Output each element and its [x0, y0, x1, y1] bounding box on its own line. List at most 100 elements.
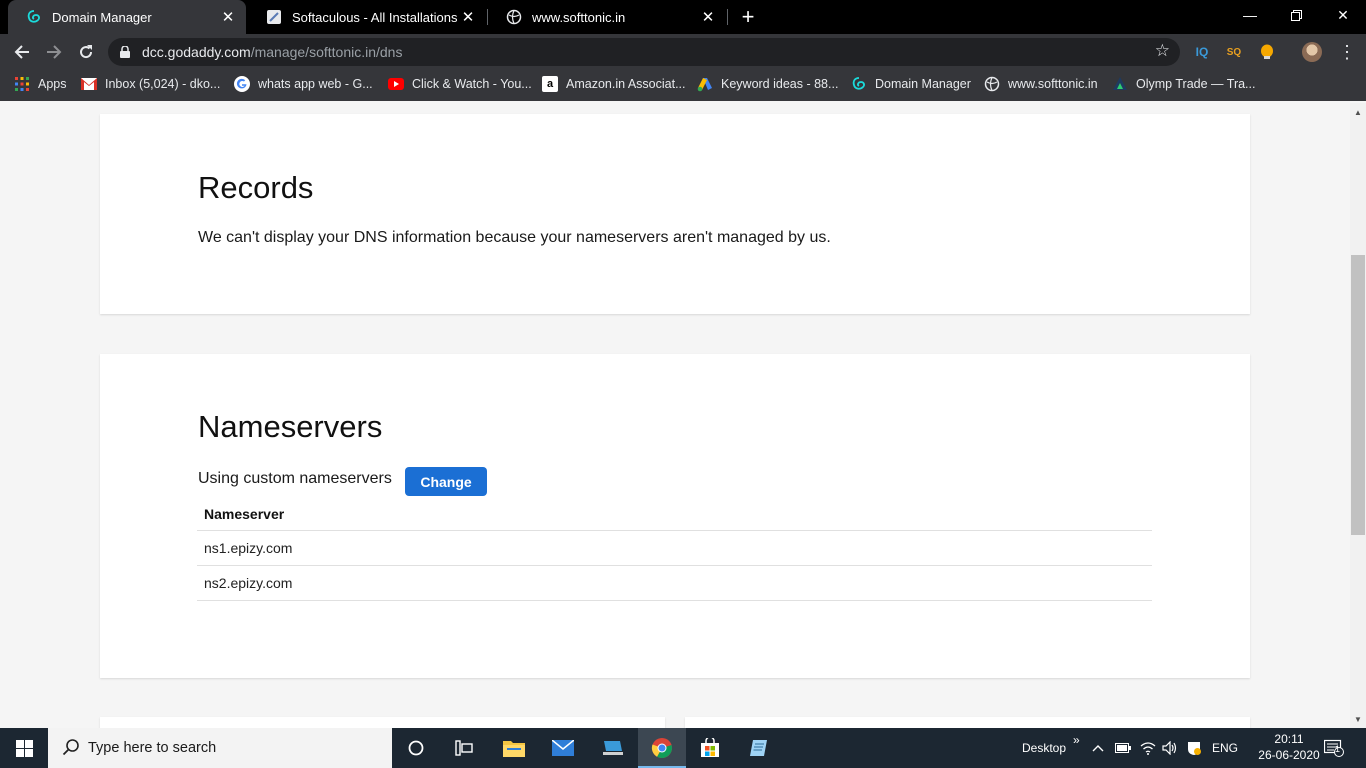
bookmark-keyword-ideas[interactable]: Keyword ideas - 88...: [697, 70, 838, 98]
bookmark-olymp-trade[interactable]: Olymp Trade — Tra...: [1112, 70, 1255, 98]
globe-icon: [506, 9, 522, 25]
notepad-icon[interactable]: [735, 728, 783, 768]
bookmark-label: Keyword ideas - 88...: [721, 77, 839, 91]
close-icon[interactable]: ✕: [698, 8, 718, 26]
tab-title: Domain Manager: [52, 9, 152, 25]
godaddy-icon: [851, 76, 867, 92]
tab-title: www.softtonic.in: [532, 9, 626, 25]
google-icon: [234, 76, 250, 92]
bookmark-youtube[interactable]: Click & Watch - You...: [388, 70, 532, 98]
mail-icon[interactable]: [539, 728, 587, 768]
bookmark-label: Domain Manager: [875, 77, 971, 91]
notification-center-icon[interactable]: 1: [1324, 728, 1344, 768]
scrollbar-thumb[interactable]: [1351, 255, 1365, 535]
nameserver-column-header: Nameserver: [197, 497, 1152, 531]
volume-icon[interactable]: [1162, 728, 1178, 768]
minimize-icon[interactable]: —: [1227, 0, 1273, 30]
nameserver-table: Nameserver ns1.epizy.com ns2.epizy.com: [197, 497, 1152, 601]
cortana-icon[interactable]: [392, 728, 440, 768]
show-hidden-icons-chevron-icon[interactable]: [1092, 728, 1104, 768]
battery-icon[interactable]: [1115, 728, 1131, 768]
bulb-extension-icon[interactable]: [1257, 42, 1277, 62]
nameservers-status: Using custom nameservers: [198, 470, 392, 487]
bookmark-star-icon[interactable]: ☆: [1155, 41, 1170, 61]
reload-icon[interactable]: [74, 40, 98, 64]
tab-softaculous[interactable]: Softaculous - All Installations ✕: [248, 0, 486, 34]
table-row: ns2.epizy.com: [197, 566, 1152, 601]
table-row: ns1.epizy.com: [197, 531, 1152, 566]
window-close-icon[interactable]: ✕: [1320, 0, 1366, 30]
back-arrow-icon[interactable]: [10, 40, 34, 64]
bookmark-label: Apps: [38, 77, 67, 91]
bookmarks-bar: Apps Inbox (5,024) - dko... whats app we…: [0, 70, 1366, 101]
softaculous-icon: [266, 9, 282, 25]
bookmark-label: Inbox (5,024) - dko...: [105, 77, 221, 91]
lower-left-card: [100, 717, 665, 728]
bookmark-domain-manager[interactable]: Domain Manager: [851, 70, 971, 98]
address-bar[interactable]: dcc.godaddy.com/manage/softtonic.in/dns …: [108, 38, 1180, 66]
browser-toolbar: dcc.godaddy.com/manage/softtonic.in/dns …: [0, 34, 1366, 70]
bookmark-inbox[interactable]: Inbox (5,024) - dko...: [81, 70, 220, 98]
tab-title: Softaculous - All Installations: [292, 9, 458, 25]
page-viewport: Records We can't display your DNS inform…: [0, 103, 1350, 728]
store-icon[interactable]: [686, 728, 734, 768]
windows-taskbar: Type here to search Desktop » ENG 20:11: [0, 728, 1366, 768]
records-card: Records We can't display your DNS inform…: [100, 114, 1250, 314]
tab-domain-manager[interactable]: Domain Manager ✕: [8, 0, 246, 34]
clock-time: 20:11: [1274, 732, 1304, 746]
language-indicator[interactable]: ENG: [1212, 728, 1238, 768]
gmail-icon: [81, 76, 97, 92]
amazon-icon: a: [542, 76, 558, 92]
task-view-icon[interactable]: [440, 728, 488, 768]
profile-avatar[interactable]: [1302, 42, 1322, 62]
godaddy-icon: [26, 9, 42, 25]
system-clock[interactable]: 20:11 26-06-2020: [1252, 731, 1326, 763]
iq-extension-icon[interactable]: IQ: [1192, 42, 1212, 62]
lower-right-card: [685, 717, 1250, 728]
restore-icon[interactable]: [1273, 0, 1319, 30]
menu-dots-icon[interactable]: ⋮: [1338, 40, 1356, 64]
tab-separator: [727, 9, 728, 25]
chrome-taskbar-icon[interactable]: [638, 728, 686, 768]
url-domain: dcc.godaddy.com: [142, 44, 251, 60]
change-nameservers-button[interactable]: Change: [405, 467, 487, 496]
olymp-icon: [1112, 76, 1128, 92]
security-shield-icon[interactable]: [1186, 728, 1202, 768]
bookmark-softtonic[interactable]: www.softtonic.in: [984, 70, 1098, 98]
records-message: We can't display your DNS information be…: [198, 229, 831, 246]
scroll-down-arrow-icon[interactable]: ▼: [1350, 712, 1366, 726]
close-icon[interactable]: ✕: [218, 8, 238, 26]
bookmark-label: www.softtonic.in: [1008, 77, 1098, 91]
page-scrollbar[interactable]: ▲ ▼: [1350, 103, 1366, 728]
wifi-icon[interactable]: [1140, 728, 1156, 768]
bookmark-amazon[interactable]: a Amazon.in Associat...: [542, 70, 686, 98]
url-path: /manage/softtonic.in/dns: [250, 44, 403, 60]
taskbar-search-box[interactable]: Type here to search: [48, 728, 392, 768]
tab-softtonic[interactable]: www.softtonic.in ✕: [488, 0, 726, 34]
globe-icon: [984, 76, 1000, 92]
bookmark-apps[interactable]: Apps: [14, 70, 67, 98]
bookmark-label: Click & Watch - You...: [412, 77, 532, 91]
nameservers-card: Nameservers Using custom nameservers Cha…: [100, 354, 1250, 678]
url-text: dcc.godaddy.com/manage/softtonic.in/dns: [142, 38, 402, 66]
this-pc-icon[interactable]: [589, 728, 637, 768]
sq-extension-icon[interactable]: SQ: [1224, 42, 1244, 62]
records-title: Records: [198, 170, 314, 205]
scroll-up-arrow-icon[interactable]: ▲: [1350, 105, 1366, 119]
desktop-toolbar-label[interactable]: Desktop: [1022, 728, 1066, 768]
search-placeholder: Type here to search: [88, 740, 217, 756]
file-explorer-icon[interactable]: [490, 728, 538, 768]
lock-icon: [120, 45, 130, 58]
forward-arrow-icon[interactable]: [42, 40, 66, 64]
bookmark-label: Olymp Trade — Tra...: [1136, 77, 1256, 91]
clock-date: 26-06-2020: [1258, 748, 1320, 762]
google-ads-icon: [697, 76, 713, 92]
desktop-expand-chevrons[interactable]: »: [1073, 720, 1080, 760]
bookmark-whatsapp[interactable]: whats app web - G...: [234, 70, 373, 98]
close-icon[interactable]: ✕: [458, 8, 478, 26]
apps-grid-icon: [14, 76, 30, 92]
windows-start-icon[interactable]: [0, 728, 48, 768]
new-tab-plus-icon[interactable]: +: [738, 5, 758, 29]
nameservers-title: Nameservers: [198, 409, 383, 444]
search-icon: [62, 738, 80, 761]
